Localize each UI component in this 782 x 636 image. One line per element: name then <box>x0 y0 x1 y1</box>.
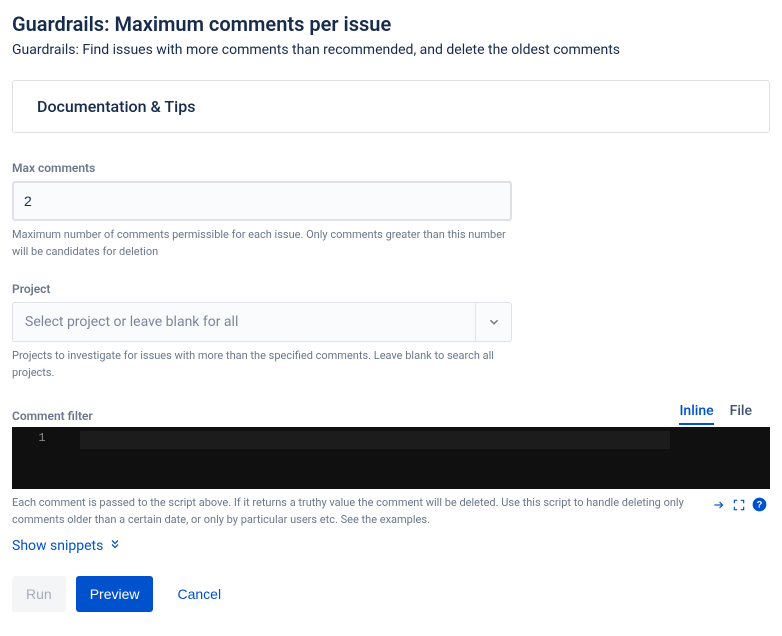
documentation-tips-panel[interactable]: Documentation & Tips <box>12 80 770 133</box>
documentation-tips-label: Documentation & Tips <box>37 97 195 116</box>
tab-file[interactable]: File <box>730 403 752 425</box>
page-title: Guardrails: Maximum comments per issue <box>12 12 770 36</box>
preview-button[interactable]: Preview <box>76 576 154 612</box>
code-line[interactable] <box>80 431 670 449</box>
comment-filter-help: Each comment is passed to the script abo… <box>12 495 702 528</box>
project-help: Projects to investigate for issues with … <box>12 348 512 381</box>
project-label: Project <box>12 282 770 296</box>
svg-text:?: ? <box>757 500 763 510</box>
show-snippets-link[interactable]: Show snippets <box>12 538 121 554</box>
page-subtitle: Guardrails: Find issues with more commen… <box>12 42 770 58</box>
double-chevron-down-icon <box>109 538 121 554</box>
fullscreen-icon[interactable] <box>732 498 746 512</box>
project-select[interactable]: Select project or leave blank for all <box>12 302 512 342</box>
line-number: 1 <box>12 427 72 489</box>
project-placeholder: Select project or leave blank for all <box>13 314 475 330</box>
execute-arrow-icon[interactable] <box>712 498 726 512</box>
run-button: Run <box>12 576 66 612</box>
tab-inline[interactable]: Inline <box>679 403 713 425</box>
comment-filter-label: Comment filter <box>12 409 93 423</box>
max-comments-help: Maximum number of comments permissible f… <box>12 227 512 260</box>
help-icon[interactable]: ? <box>752 497 767 512</box>
cancel-button[interactable]: Cancel <box>163 576 235 612</box>
max-comments-label: Max comments <box>12 161 770 175</box>
code-editor[interactable]: 1 <box>12 427 770 489</box>
chevron-down-icon <box>475 303 511 341</box>
max-comments-input[interactable] <box>12 181 512 221</box>
show-snippets-label: Show snippets <box>12 538 103 554</box>
